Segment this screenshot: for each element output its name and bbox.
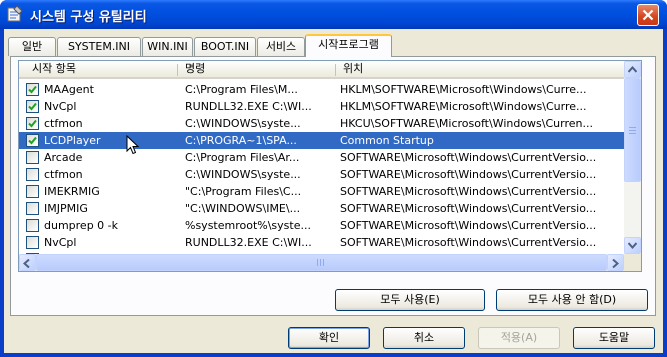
msconfig-icon [6, 5, 24, 23]
list-item[interactable]: ctfmon C:\WINDOWS\syste... SOFTWARE\Micros… [19, 166, 624, 183]
vertical-scroll-thumb[interactable] [624, 78, 641, 182]
startup-item-name: ctfmon [44, 168, 83, 181]
help-button[interactable]: 도움말 [573, 327, 655, 349]
startup-item-command: C:\PROGRA~1\SPA... [185, 134, 297, 147]
startup-list[interactable]: 시작 항목 명령 위치 MAAgent C:\Program Files\M...… [18, 60, 642, 272]
startup-item-checkbox[interactable] [26, 83, 39, 96]
tab-system-ini[interactable]: SYSTEM.INI [57, 37, 141, 56]
scroll-corner [624, 254, 641, 271]
vertical-scrollbar[interactable] [624, 61, 641, 254]
startup-item-checkbox[interactable] [26, 202, 39, 215]
disable-all-button[interactable]: 모두 사용 안 함(D) [496, 289, 648, 311]
startup-item-location: SOFTWARE\Microsoft\Windows\CurrentVersio… [340, 219, 597, 232]
list-item[interactable]: MAAgent C:\Program Files\M... HKLM\SOFTWAR… [19, 81, 624, 98]
column-header-command[interactable]: 명령 [179, 61, 329, 78]
startup-item-location: HKLM\SOFTWARE\Microsoft\Windows\Curre... [340, 83, 587, 96]
tab-boot-ini[interactable]: BOOT.INI [194, 37, 256, 56]
startup-item-command: C:\WINDOWS\syste... [185, 168, 301, 181]
list-item[interactable]: IMEKRMIG "C:\Program Files\C... SOFTWARE\M… [19, 183, 624, 200]
startup-item-name: IMEKRMIG [44, 185, 100, 198]
window-title: 시스템 구성 유틸리티 [30, 10, 147, 25]
startup-item-name: NvCpl [44, 236, 77, 249]
startup-item-checkbox[interactable] [26, 236, 39, 249]
tab-startup[interactable]: 시작프로그램 [305, 34, 392, 57]
startup-item-location: SOFTWARE\Microsoft\Windows\CurrentVersio… [340, 185, 597, 198]
tab-services[interactable]: 서비스 [257, 37, 305, 56]
startup-item-name: IMJPMIG [44, 202, 88, 215]
startup-item-name: ctfmon [44, 117, 83, 130]
chevron-down-icon [628, 242, 637, 249]
scroll-left-button[interactable] [19, 254, 36, 271]
scroll-down-button[interactable] [624, 237, 641, 254]
ok-button[interactable]: 확인 [288, 327, 370, 349]
startup-item-command: "C:\WINDOWS\IME\... [185, 202, 301, 215]
close-button[interactable] [637, 4, 659, 26]
mouse-cursor-icon [126, 135, 140, 155]
startup-item-name: dumprep 0 -k [44, 219, 119, 232]
tab-win-ini[interactable]: WIN.INI [142, 37, 193, 56]
tab-general[interactable]: 일반 [8, 37, 56, 56]
startup-item-checkbox[interactable] [26, 134, 39, 147]
cancel-button[interactable]: 취소 [383, 327, 465, 349]
list-header: 시작 항목 명령 위치 [19, 61, 624, 79]
chevron-left-icon [23, 259, 30, 268]
msconfig-window: 시스템 구성 유틸리티 일반 SYSTEM.INI WIN.INI BOOT.I… [0, 0, 667, 357]
horizontal-scrollbar[interactable] [19, 254, 624, 271]
startup-item-command: C:\WINDOWS\syste... [185, 117, 301, 130]
list-item[interactable]: Arcade C:\Program Files\Ar... SOFTWARE\Mic… [19, 149, 624, 166]
startup-item-name: MAAgent [44, 83, 94, 96]
startup-item-command: %systemroot%\syste... [185, 219, 311, 232]
column-divider[interactable] [335, 64, 336, 76]
startup-item-command: "C:\Program Files\C... [185, 185, 302, 198]
column-header-item[interactable]: 시작 항목 [26, 61, 171, 78]
list-item[interactable]: ctfmon C:\WINDOWS\syste... HKCU\SOFTWARE\M… [19, 115, 624, 132]
startup-item-location: SOFTWARE\Microsoft\Windows\CurrentVersio… [340, 168, 597, 181]
check-icon [28, 119, 37, 128]
startup-item-command: C:\Program Files\Ar... [185, 151, 300, 164]
startup-item-checkbox[interactable] [26, 100, 39, 113]
startup-item-checkbox[interactable] [26, 151, 39, 164]
startup-item-name: NvCpl [44, 100, 77, 113]
startup-item-name: Arcade [44, 151, 83, 164]
enable-all-button[interactable]: 모두 사용(E) [335, 289, 485, 311]
startup-item-location: SOFTWARE\Microsoft\Windows\CurrentVersio… [340, 202, 597, 215]
check-icon [28, 136, 37, 145]
startup-item-location: HKLM\SOFTWARE\Microsoft\Windows\Curre... [340, 100, 587, 113]
chevron-right-icon [612, 259, 620, 268]
list-item[interactable]: IMJPMIG "C:\WINDOWS\IME\... SOFTWARE\Micro… [19, 200, 624, 217]
apply-button[interactable]: 적용(A) [478, 327, 560, 349]
startup-item-location: Common Startup [340, 134, 434, 147]
startup-item-checkbox[interactable] [26, 219, 39, 232]
list-item[interactable]: dumprep 0 -k %systemroot%\syste... SOFTWAR… [19, 217, 624, 234]
startup-item-location: SOFTWARE\Microsoft\Windows\CurrentVersio… [340, 151, 597, 164]
list-item[interactable]: NvCpl RUNDLL32.EXE C:\WI... HKLM\SOFTWARE\… [19, 98, 624, 115]
close-icon [642, 9, 654, 21]
startup-item-location: HKCU\SOFTWARE\Microsoft\Windows\Curren..… [340, 117, 593, 130]
check-icon [28, 102, 37, 111]
dialog-client: 일반 SYSTEM.INI WIN.INI BOOT.INI 서비스 시작프로그… [4, 29, 663, 353]
column-header-location[interactable]: 위치 [337, 61, 617, 78]
startup-item-checkbox[interactable] [26, 185, 39, 198]
startup-item-command: RUNDLL32.EXE C:\WI... [185, 236, 312, 249]
title-bar[interactable]: 시스템 구성 유틸리티 [0, 0, 667, 29]
list-item[interactable]: LCDPlayer C:\PROGRA~1\SPA... Common Startu… [19, 132, 624, 149]
column-divider[interactable] [177, 64, 178, 76]
scroll-up-button[interactable] [624, 61, 641, 78]
startup-item-checkbox[interactable] [26, 168, 39, 181]
startup-item-name: LCDPlayer [44, 134, 101, 147]
startup-item-command: RUNDLL32.EXE C:\WI... [185, 100, 312, 113]
startup-item-location: SOFTWARE\Microsoft\Windows\CurrentVersio… [340, 236, 597, 249]
startup-item-command: C:\Program Files\M... [185, 83, 298, 96]
horizontal-scroll-thumb[interactable] [36, 254, 607, 271]
startup-item-checkbox[interactable] [26, 117, 39, 130]
check-icon [28, 85, 37, 94]
scroll-right-button[interactable] [607, 254, 624, 271]
chevron-up-icon [628, 66, 637, 73]
list-item[interactable]: NvCpl RUNDLL32.EXE C:\WI... SOFTWARE\Micro… [19, 234, 624, 251]
